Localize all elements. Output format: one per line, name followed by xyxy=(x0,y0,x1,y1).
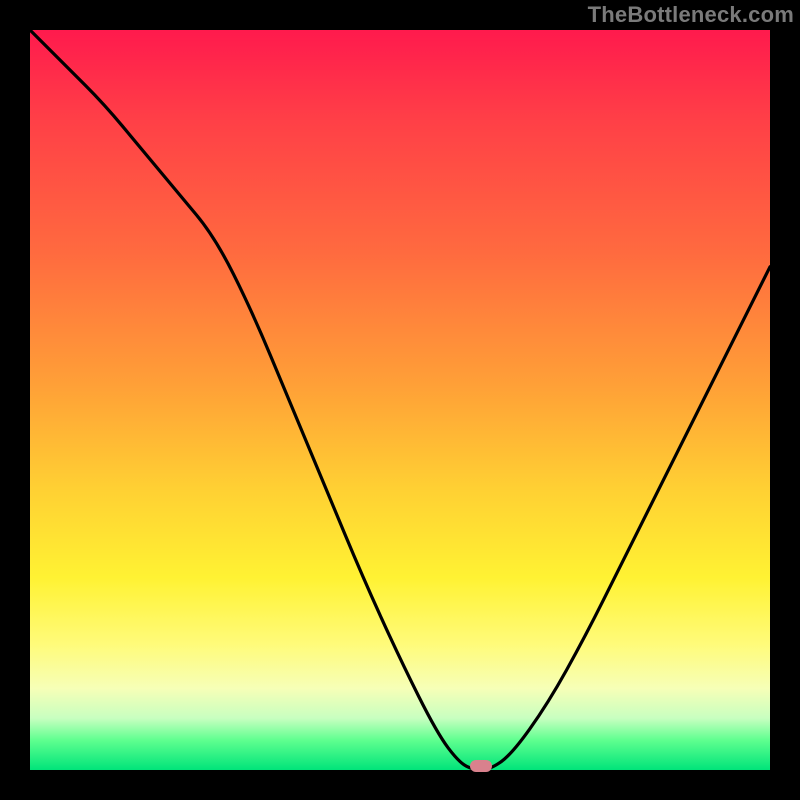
optimal-point-marker xyxy=(470,760,492,772)
bottleneck-curve xyxy=(30,30,770,770)
chart-frame: TheBottleneck.com xyxy=(0,0,800,800)
watermark-text: TheBottleneck.com xyxy=(588,2,794,28)
gradient-plot-area xyxy=(30,30,770,770)
curve-path xyxy=(30,30,770,770)
